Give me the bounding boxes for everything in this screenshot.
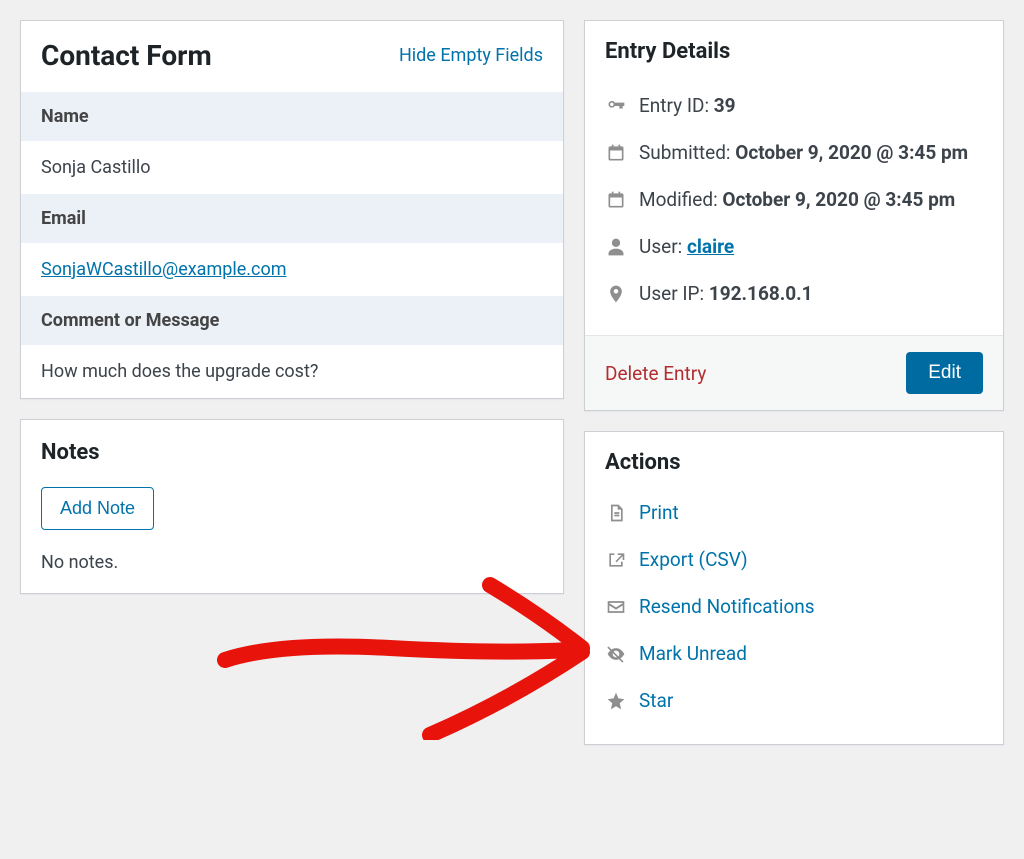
notes-title: Notes	[41, 440, 543, 465]
email-link[interactable]: SonjaWCastillo@example.com	[41, 259, 287, 280]
entry-details-title: Entry Details	[585, 21, 1003, 74]
field-label-comment: Comment or Message	[21, 296, 563, 345]
user-ip-row: User IP: 192.168.0.1	[605, 270, 983, 317]
location-icon	[605, 284, 627, 304]
action-mark-unread[interactable]: Mark Unread	[605, 630, 983, 677]
user-row: User: claire	[605, 223, 983, 270]
actions-title: Actions	[585, 432, 1003, 485]
contact-form-title: Contact Form	[41, 39, 212, 72]
action-mark-unread-label: Mark Unread	[639, 642, 747, 665]
user-link[interactable]: claire	[687, 235, 734, 258]
action-resend-label: Resend Notifications	[639, 595, 815, 618]
delete-entry-link[interactable]: Delete Entry	[605, 362, 706, 385]
user-ip-value: 192.168.0.1	[709, 282, 813, 305]
action-export-label: Export (CSV)	[639, 548, 748, 571]
hide-empty-fields-link[interactable]: Hide Empty Fields	[399, 45, 543, 66]
modified-row: Modified: October 9, 2020 @ 3:45 pm	[605, 176, 983, 223]
eye-slash-icon	[605, 644, 627, 664]
action-export-csv[interactable]: Export (CSV)	[605, 536, 983, 583]
notes-empty-text: No notes.	[41, 552, 543, 573]
document-icon	[605, 503, 627, 523]
notes-panel: Notes Add Note No notes.	[20, 419, 564, 594]
contact-form-panel: Contact Form Hide Empty Fields Name Sonj…	[20, 20, 564, 399]
entry-id-row: Entry ID: 39	[605, 82, 983, 129]
edit-button[interactable]: Edit	[906, 352, 983, 394]
action-star-label: Star	[639, 689, 673, 712]
action-star[interactable]: Star	[605, 677, 983, 724]
calendar-icon	[605, 190, 627, 210]
modified-value: October 9, 2020 @ 3:45 pm	[722, 188, 955, 211]
action-print[interactable]: Print	[605, 489, 983, 536]
star-icon	[605, 691, 627, 711]
submitted-row: Submitted: October 9, 2020 @ 3:45 pm	[605, 129, 983, 176]
field-value-email: SonjaWCastillo@example.com	[21, 243, 563, 296]
user-icon	[605, 237, 627, 257]
entry-details-panel: Entry Details Entry ID: 39 Submitted: Oc…	[584, 20, 1004, 411]
field-value-name: Sonja Castillo	[21, 141, 563, 194]
action-resend-notifications[interactable]: Resend Notifications	[605, 583, 983, 630]
action-print-label: Print	[639, 501, 679, 524]
submitted-value: October 9, 2020 @ 3:45 pm	[735, 141, 968, 164]
calendar-icon	[605, 143, 627, 163]
actions-panel: Actions Print Export (CSV) Resend Notifi…	[584, 431, 1004, 745]
key-icon	[605, 96, 627, 116]
export-icon	[605, 550, 627, 570]
field-label-email: Email	[21, 194, 563, 243]
add-note-button[interactable]: Add Note	[41, 487, 154, 530]
mail-icon	[605, 597, 627, 617]
field-value-comment: How much does the upgrade cost?	[21, 345, 563, 398]
entry-id-value: 39	[714, 94, 736, 117]
field-label-name: Name	[21, 92, 563, 141]
